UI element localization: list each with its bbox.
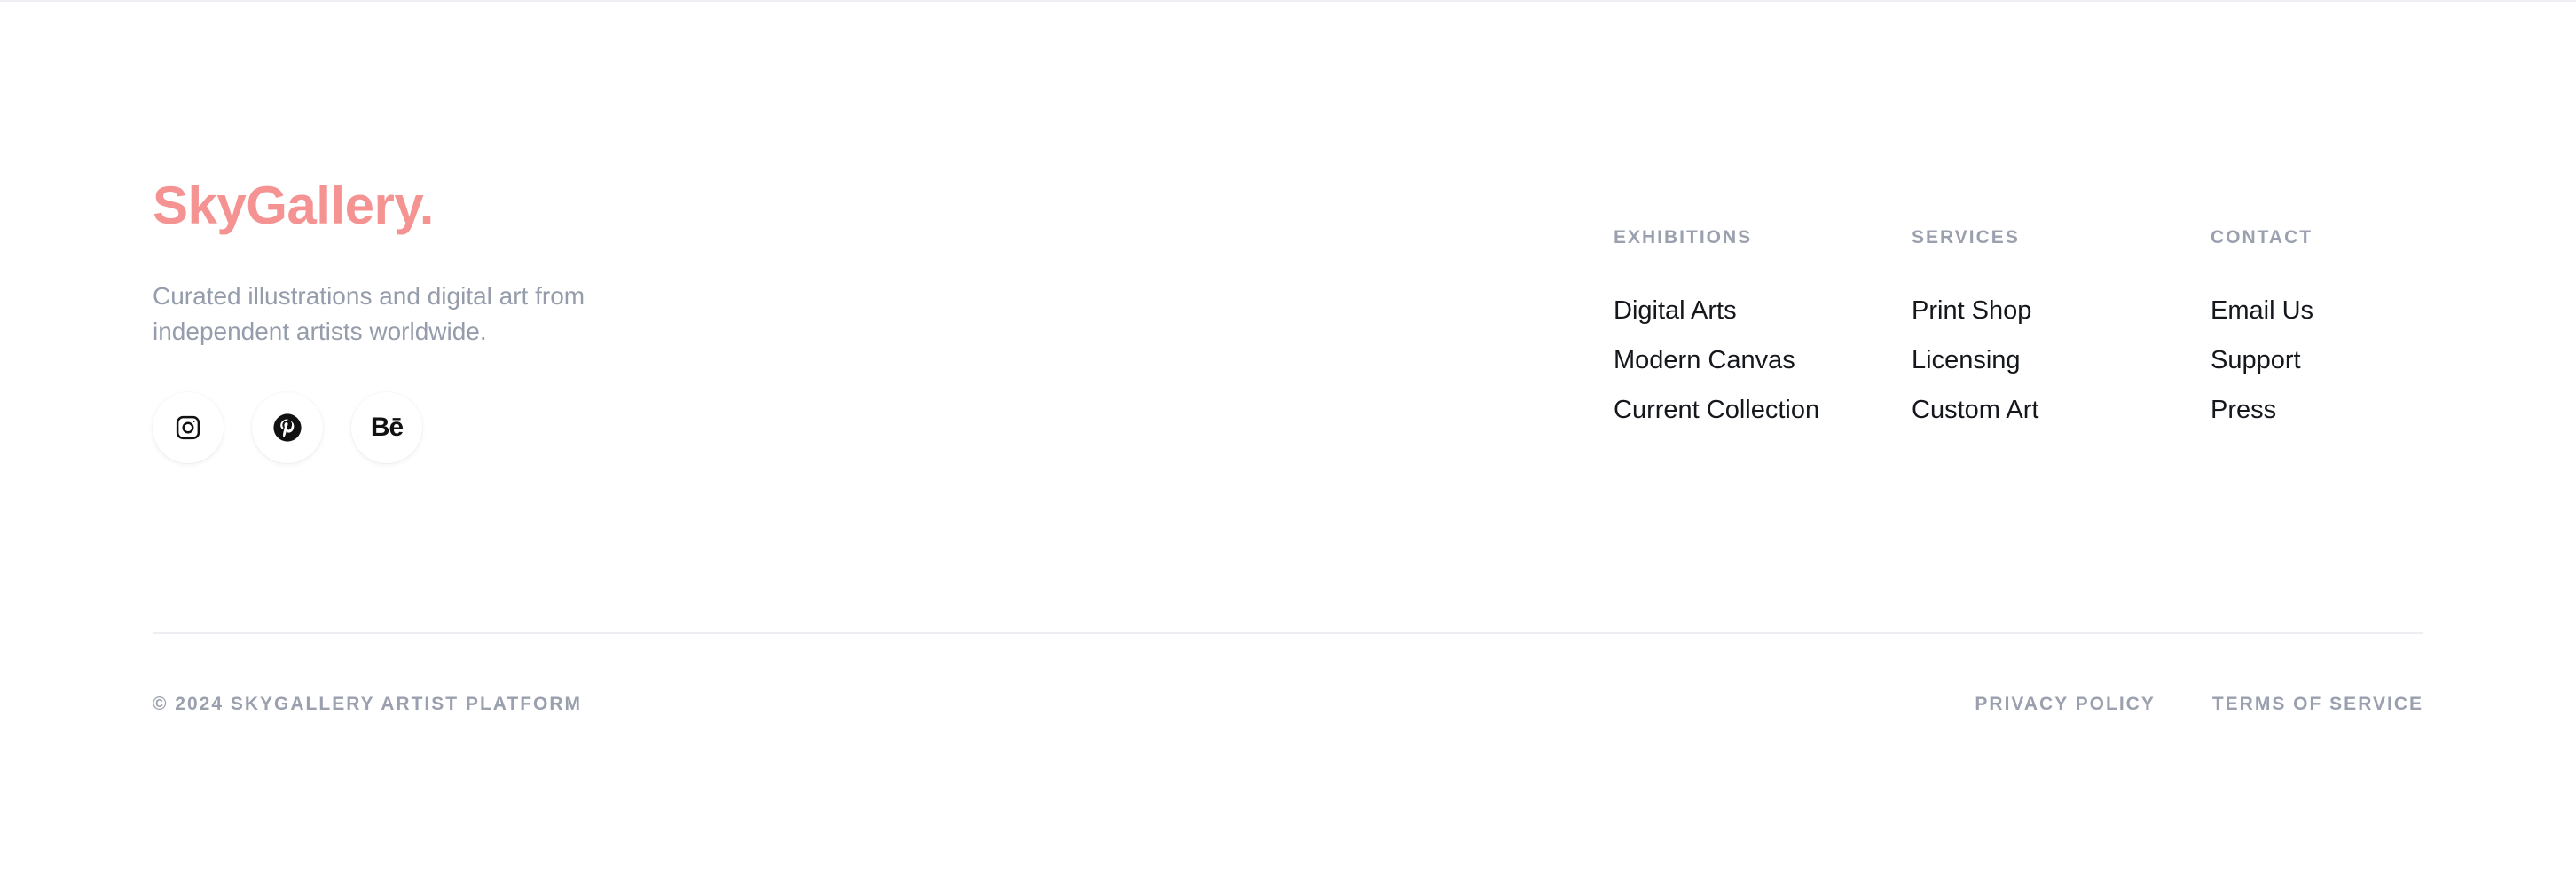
footer-column-contact: CONTACT Email Us Support Press xyxy=(2211,227,2313,435)
brand-logo[interactable]: SkyGallery. xyxy=(153,174,434,238)
footer-link-print-shop[interactable]: Print Shop xyxy=(1912,286,2038,335)
terms-of-service-link[interactable]: TERMS OF SERVICE xyxy=(2212,694,2423,715)
footer-divider xyxy=(153,632,2423,634)
footer-link-support[interactable]: Support xyxy=(2211,335,2313,385)
privacy-policy-link[interactable]: PRIVACY POLICY xyxy=(1975,694,2155,715)
column-heading: EXHIBITIONS xyxy=(1614,227,1753,248)
pinterest-button[interactable] xyxy=(252,392,323,463)
footer-link-current-collection[interactable]: Current Collection xyxy=(1614,385,1819,435)
copyright-text: © 2024 SKYGALLERY ARTIST PLATFORM xyxy=(153,694,583,714)
site-footer: SkyGallery. Curated illustrations and di… xyxy=(0,0,2576,889)
column-heading: CONTACT xyxy=(2211,227,2313,248)
instagram-button[interactable] xyxy=(153,392,224,463)
tagline-line-1: Curated illustrations and digital art fr… xyxy=(153,282,585,310)
instagram-icon xyxy=(175,414,201,441)
legal-links: PRIVACY POLICY TERMS OF SERVICE xyxy=(1975,694,2423,715)
footer-link-press[interactable]: Press xyxy=(2211,385,2313,435)
footer-link-licensing[interactable]: Licensing xyxy=(1912,335,2038,385)
footer-link-modern-canvas[interactable]: Modern Canvas xyxy=(1614,335,1819,385)
footer-link-digital-arts[interactable]: Digital Arts xyxy=(1614,286,1819,335)
behance-button[interactable]: Bē xyxy=(351,392,422,463)
footer-column-exhibitions: EXHIBITIONS Digital Arts Modern Canvas C… xyxy=(1614,227,1819,435)
footer-column-services: SERVICES Print Shop Licensing Custom Art xyxy=(1912,227,2038,435)
footer-link-email-us[interactable]: Email Us xyxy=(2211,286,2313,335)
behance-icon: Bē xyxy=(370,413,404,442)
social-links: Bē xyxy=(153,392,422,463)
footer-link-custom-art[interactable]: Custom Art xyxy=(1912,385,2038,435)
pinterest-icon xyxy=(272,413,302,443)
tagline-line-2: independent artists worldwide. xyxy=(153,318,487,345)
brand-tagline: Curated illustrations and digital art fr… xyxy=(153,279,703,350)
column-heading: SERVICES xyxy=(1912,227,2020,248)
